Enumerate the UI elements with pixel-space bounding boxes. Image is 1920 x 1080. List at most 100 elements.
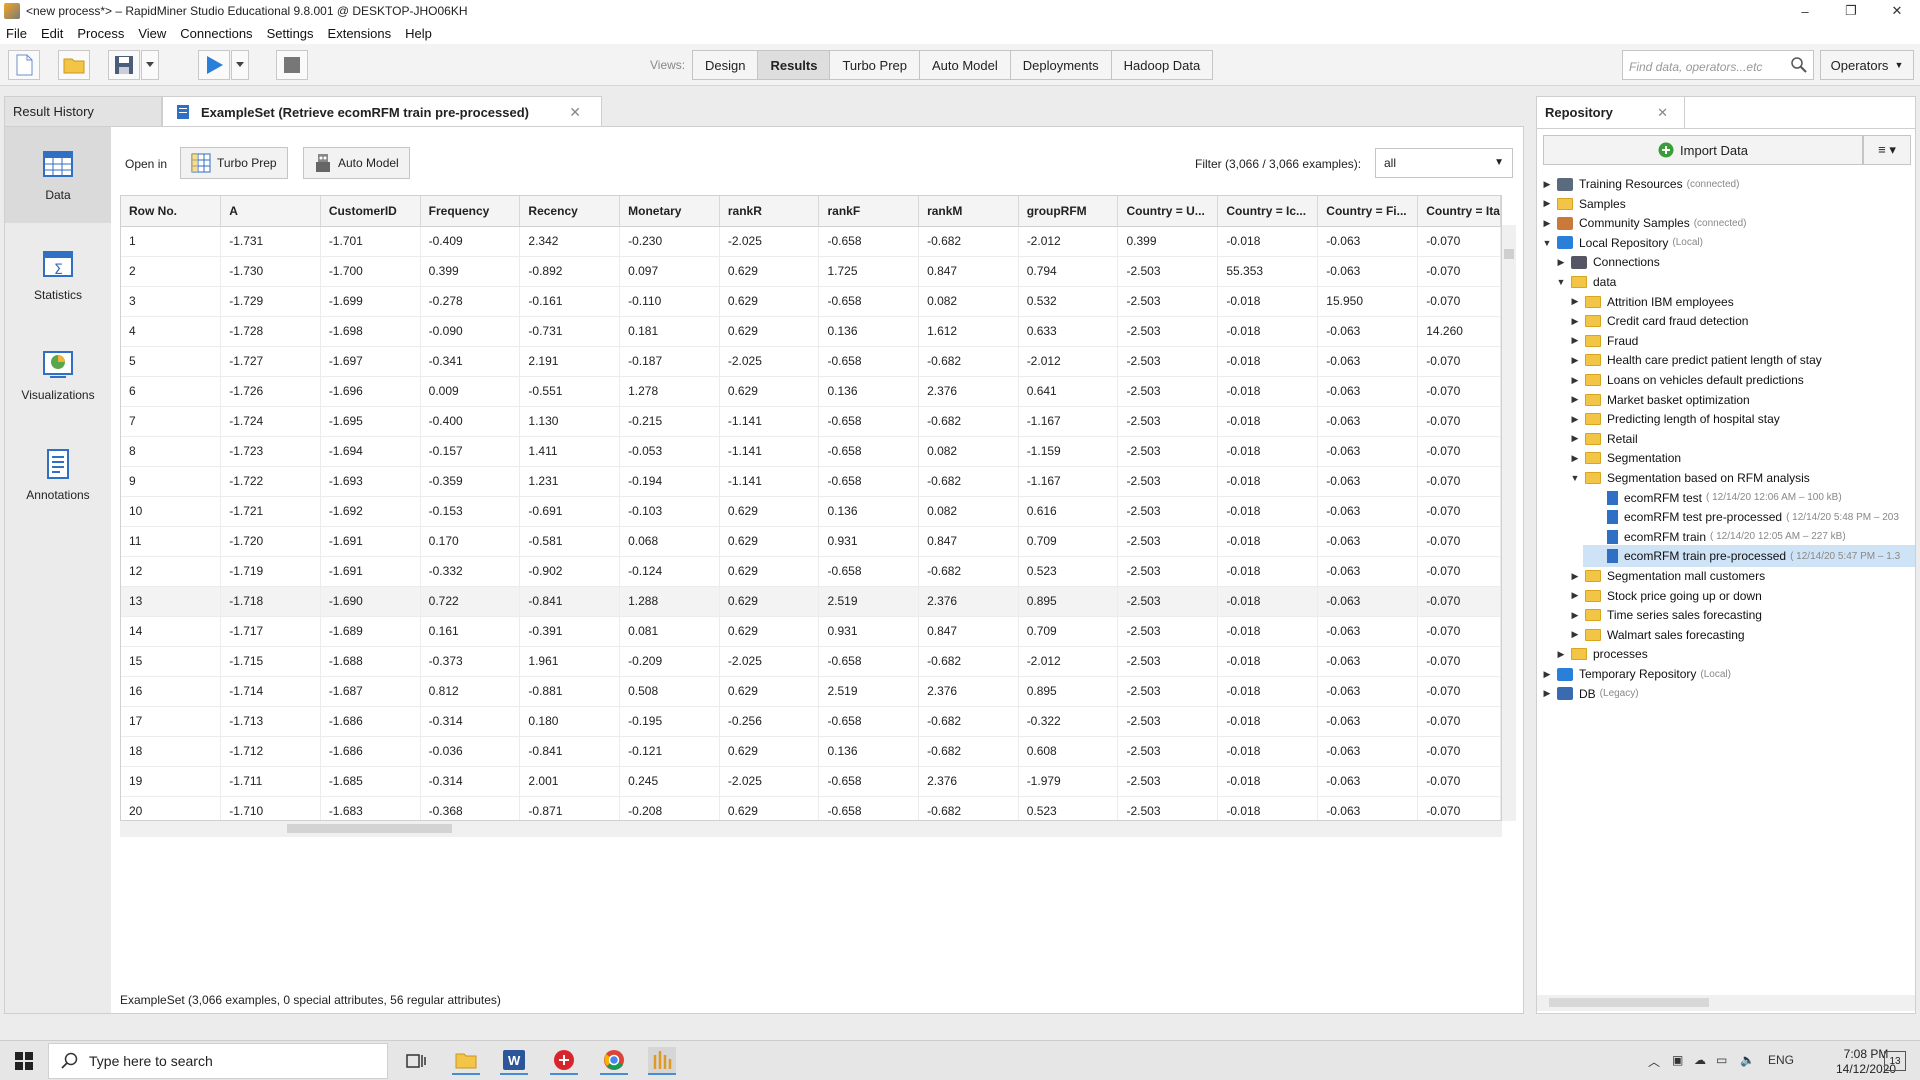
expanded-arrow-icon[interactable]: ▼ [1569, 473, 1581, 483]
column-header[interactable]: Country = Ita [1417, 196, 1501, 227]
run-button[interactable] [198, 50, 230, 80]
column-header[interactable]: rankR [719, 196, 820, 227]
collapsed-arrow-icon[interactable]: ▶ [1569, 375, 1581, 386]
table-row[interactable]: 14 -1.717 -1.689 0.161 -0.391 0.081 0.629 0.931… [121, 616, 1501, 647]
close-tab-icon[interactable]: ✕ [1657, 105, 1668, 121]
view-turbo-prep-button[interactable]: Turbo Prep [829, 50, 920, 80]
notification-button[interactable]: 13 [1884, 1051, 1906, 1071]
table-row[interactable]: 19 -1.711 -1.685 -0.314 2.001 0.245 -2.025 -0.6… [121, 766, 1501, 797]
taskbar-search-input[interactable]: Type here to search [48, 1043, 388, 1079]
maximize-button[interactable]: ❐ [1828, 0, 1874, 22]
collapsed-arrow-icon[interactable]: ▶ [1541, 179, 1553, 190]
collapsed-arrow-icon[interactable]: ▶ [1569, 571, 1581, 582]
minimize-button[interactable]: – [1782, 0, 1828, 22]
collapsed-arrow-icon[interactable]: ▶ [1555, 257, 1567, 268]
column-header[interactable]: Monetary [619, 196, 720, 227]
tray-language[interactable]: ENG [1768, 1053, 1794, 1067]
table-row[interactable]: 8 -1.723 -1.694 -0.157 1.411 -0.053 -1.141 -0.6… [121, 436, 1501, 467]
collapsed-arrow-icon[interactable]: ▶ [1569, 355, 1581, 366]
stop-button[interactable] [276, 50, 308, 80]
column-header[interactable]: Recency [519, 196, 621, 227]
menu-edit[interactable]: Edit [41, 26, 63, 41]
sidebar-item-data[interactable]: Data [5, 127, 111, 223]
table-row[interactable]: 20 -1.710 -1.683 -0.368 -0.871 -0.208 0.629 -0.… [121, 796, 1501, 820]
sidebar-item-statistics[interactable]: Σ Statistics [5, 227, 111, 323]
collapsed-arrow-icon[interactable]: ▶ [1569, 296, 1581, 307]
table-row[interactable]: 12 -1.719 -1.691 -0.332 -0.902 -0.124 0.629 -0.… [121, 556, 1501, 587]
column-header[interactable]: A [220, 196, 321, 227]
table-row[interactable]: 9 -1.722 -1.693 -0.359 1.231 -0.194 -1.141 -0.6… [121, 466, 1501, 497]
taskbar-red-app[interactable] [550, 1047, 578, 1075]
collapsed-arrow-icon[interactable]: ▶ [1569, 433, 1581, 444]
tray-battery-icon[interactable]: ▭ [1716, 1053, 1727, 1067]
collapsed-arrow-icon[interactable]: ▶ [1569, 453, 1581, 464]
close-tab-icon[interactable]: ✕ [569, 104, 581, 121]
repository-menu-button[interactable]: ≡ ▾ [1863, 135, 1911, 165]
column-header[interactable]: Frequency [420, 196, 521, 227]
menu-help[interactable]: Help [405, 26, 432, 41]
tab-repository[interactable]: Repository ✕ [1537, 97, 1685, 128]
column-header[interactable]: CustomerID [320, 196, 421, 227]
import-data-button[interactable]: Import Data [1543, 135, 1863, 165]
view-hadoop-data-button[interactable]: Hadoop Data [1110, 50, 1214, 80]
collapsed-arrow-icon[interactable]: ▶ [1541, 669, 1553, 680]
collapsed-arrow-icon[interactable]: ▶ [1569, 590, 1581, 601]
expanded-arrow-icon[interactable]: ▼ [1541, 238, 1553, 248]
table-row[interactable]: 3 -1.729 -1.699 -0.278 -0.161 -0.110 0.629 -0.6… [121, 286, 1501, 317]
filter-select[interactable]: all ▼ [1375, 148, 1513, 178]
run-dropdown-button[interactable] [231, 50, 249, 80]
table-row[interactable]: 1 -1.731 -1.701 -0.409 2.342 -0.230 -2.025 -0.6… [121, 226, 1501, 257]
repository-horizontal-scrollbar[interactable] [1537, 995, 1915, 1011]
open-button[interactable] [58, 50, 90, 80]
collapsed-arrow-icon[interactable]: ▶ [1569, 335, 1581, 346]
collapsed-arrow-icon[interactable]: ▶ [1541, 218, 1553, 229]
sidebar-item-visualizations[interactable]: Visualizations [5, 327, 111, 423]
taskbar-chrome[interactable] [600, 1047, 628, 1075]
collapsed-arrow-icon[interactable]: ▶ [1569, 610, 1581, 621]
collapsed-arrow-icon[interactable]: ▶ [1555, 649, 1567, 660]
menu-extensions[interactable]: Extensions [328, 26, 392, 41]
save-button[interactable] [108, 50, 140, 80]
menu-file[interactable]: File [6, 26, 27, 41]
table-row[interactable]: 4 -1.728 -1.698 -0.090 -0.731 0.181 0.629 0.136… [121, 316, 1501, 347]
menu-process[interactable]: Process [77, 26, 124, 41]
task-view-button[interactable] [402, 1047, 430, 1075]
collapsed-arrow-icon[interactable]: ▶ [1569, 414, 1581, 425]
table-vertical-scrollbar[interactable] [1502, 225, 1516, 821]
collapsed-arrow-icon[interactable]: ▶ [1541, 198, 1553, 209]
column-header[interactable]: Country = Ic... [1217, 196, 1319, 227]
taskbar-rapidminer[interactable] [648, 1047, 676, 1075]
table-row[interactable]: 7 -1.724 -1.695 -0.400 1.130 -0.215 -1.141 -0.6… [121, 406, 1501, 437]
column-header[interactable]: Country = Fi... [1317, 196, 1419, 227]
repository-tree-item[interactable]: ▶ DB (Legacy) [1541, 683, 1915, 705]
windows-start-button[interactable] [10, 1047, 38, 1075]
tray-device-icon[interactable]: ▣ [1672, 1053, 1683, 1067]
close-window-button[interactable]: ✕ [1874, 0, 1920, 22]
collapsed-arrow-icon[interactable]: ▶ [1541, 688, 1553, 699]
view-results-button[interactable]: Results [757, 50, 831, 80]
tab-exampleset[interactable]: ExampleSet (Retrieve ecomRFM train pre-p… [162, 96, 602, 127]
table-row[interactable]: 16 -1.714 -1.687 0.812 -0.881 0.508 0.629 2.519… [121, 676, 1501, 707]
tray-cloud-icon[interactable]: ☁ [1694, 1053, 1706, 1067]
collapsed-arrow-icon[interactable]: ▶ [1569, 394, 1581, 405]
table-row[interactable]: 5 -1.727 -1.697 -0.341 2.191 -0.187 -2.025 -0.6… [121, 346, 1501, 377]
view-auto-model-button[interactable]: Auto Model [919, 50, 1011, 80]
scrollbar-thumb[interactable] [1504, 249, 1514, 259]
menu-settings[interactable]: Settings [267, 26, 314, 41]
save-dropdown-button[interactable] [141, 50, 159, 80]
view-deployments-button[interactable]: Deployments [1009, 50, 1112, 80]
table-row[interactable]: 18 -1.712 -1.686 -0.036 -0.841 -0.121 0.629 0.1… [121, 736, 1501, 767]
table-row[interactable]: 6 -1.726 -1.696 0.009 -0.551 1.278 0.629 0.136 2… [121, 376, 1501, 407]
view-design-button[interactable]: Design [692, 50, 759, 80]
operators-button[interactable]: Operators ▼ [1820, 50, 1914, 80]
sidebar-item-annotations[interactable]: Annotations [5, 427, 111, 523]
column-header[interactable]: Row No. [121, 196, 222, 227]
column-header[interactable]: groupRFM [1018, 196, 1119, 227]
new-process-button[interactable] [8, 50, 40, 80]
table-row[interactable]: 10 -1.721 -1.692 -0.153 -0.691 -0.103 0.629 0.1… [121, 496, 1501, 527]
collapsed-arrow-icon[interactable]: ▶ [1569, 316, 1581, 327]
open-auto-model-button[interactable]: Auto Model [303, 147, 410, 179]
taskbar-file-explorer[interactable] [452, 1047, 480, 1075]
table-row[interactable]: 13 -1.718 -1.690 0.722 -0.841 1.288 0.629 2.519… [121, 586, 1501, 617]
table-horizontal-scrollbar[interactable] [120, 821, 1502, 837]
